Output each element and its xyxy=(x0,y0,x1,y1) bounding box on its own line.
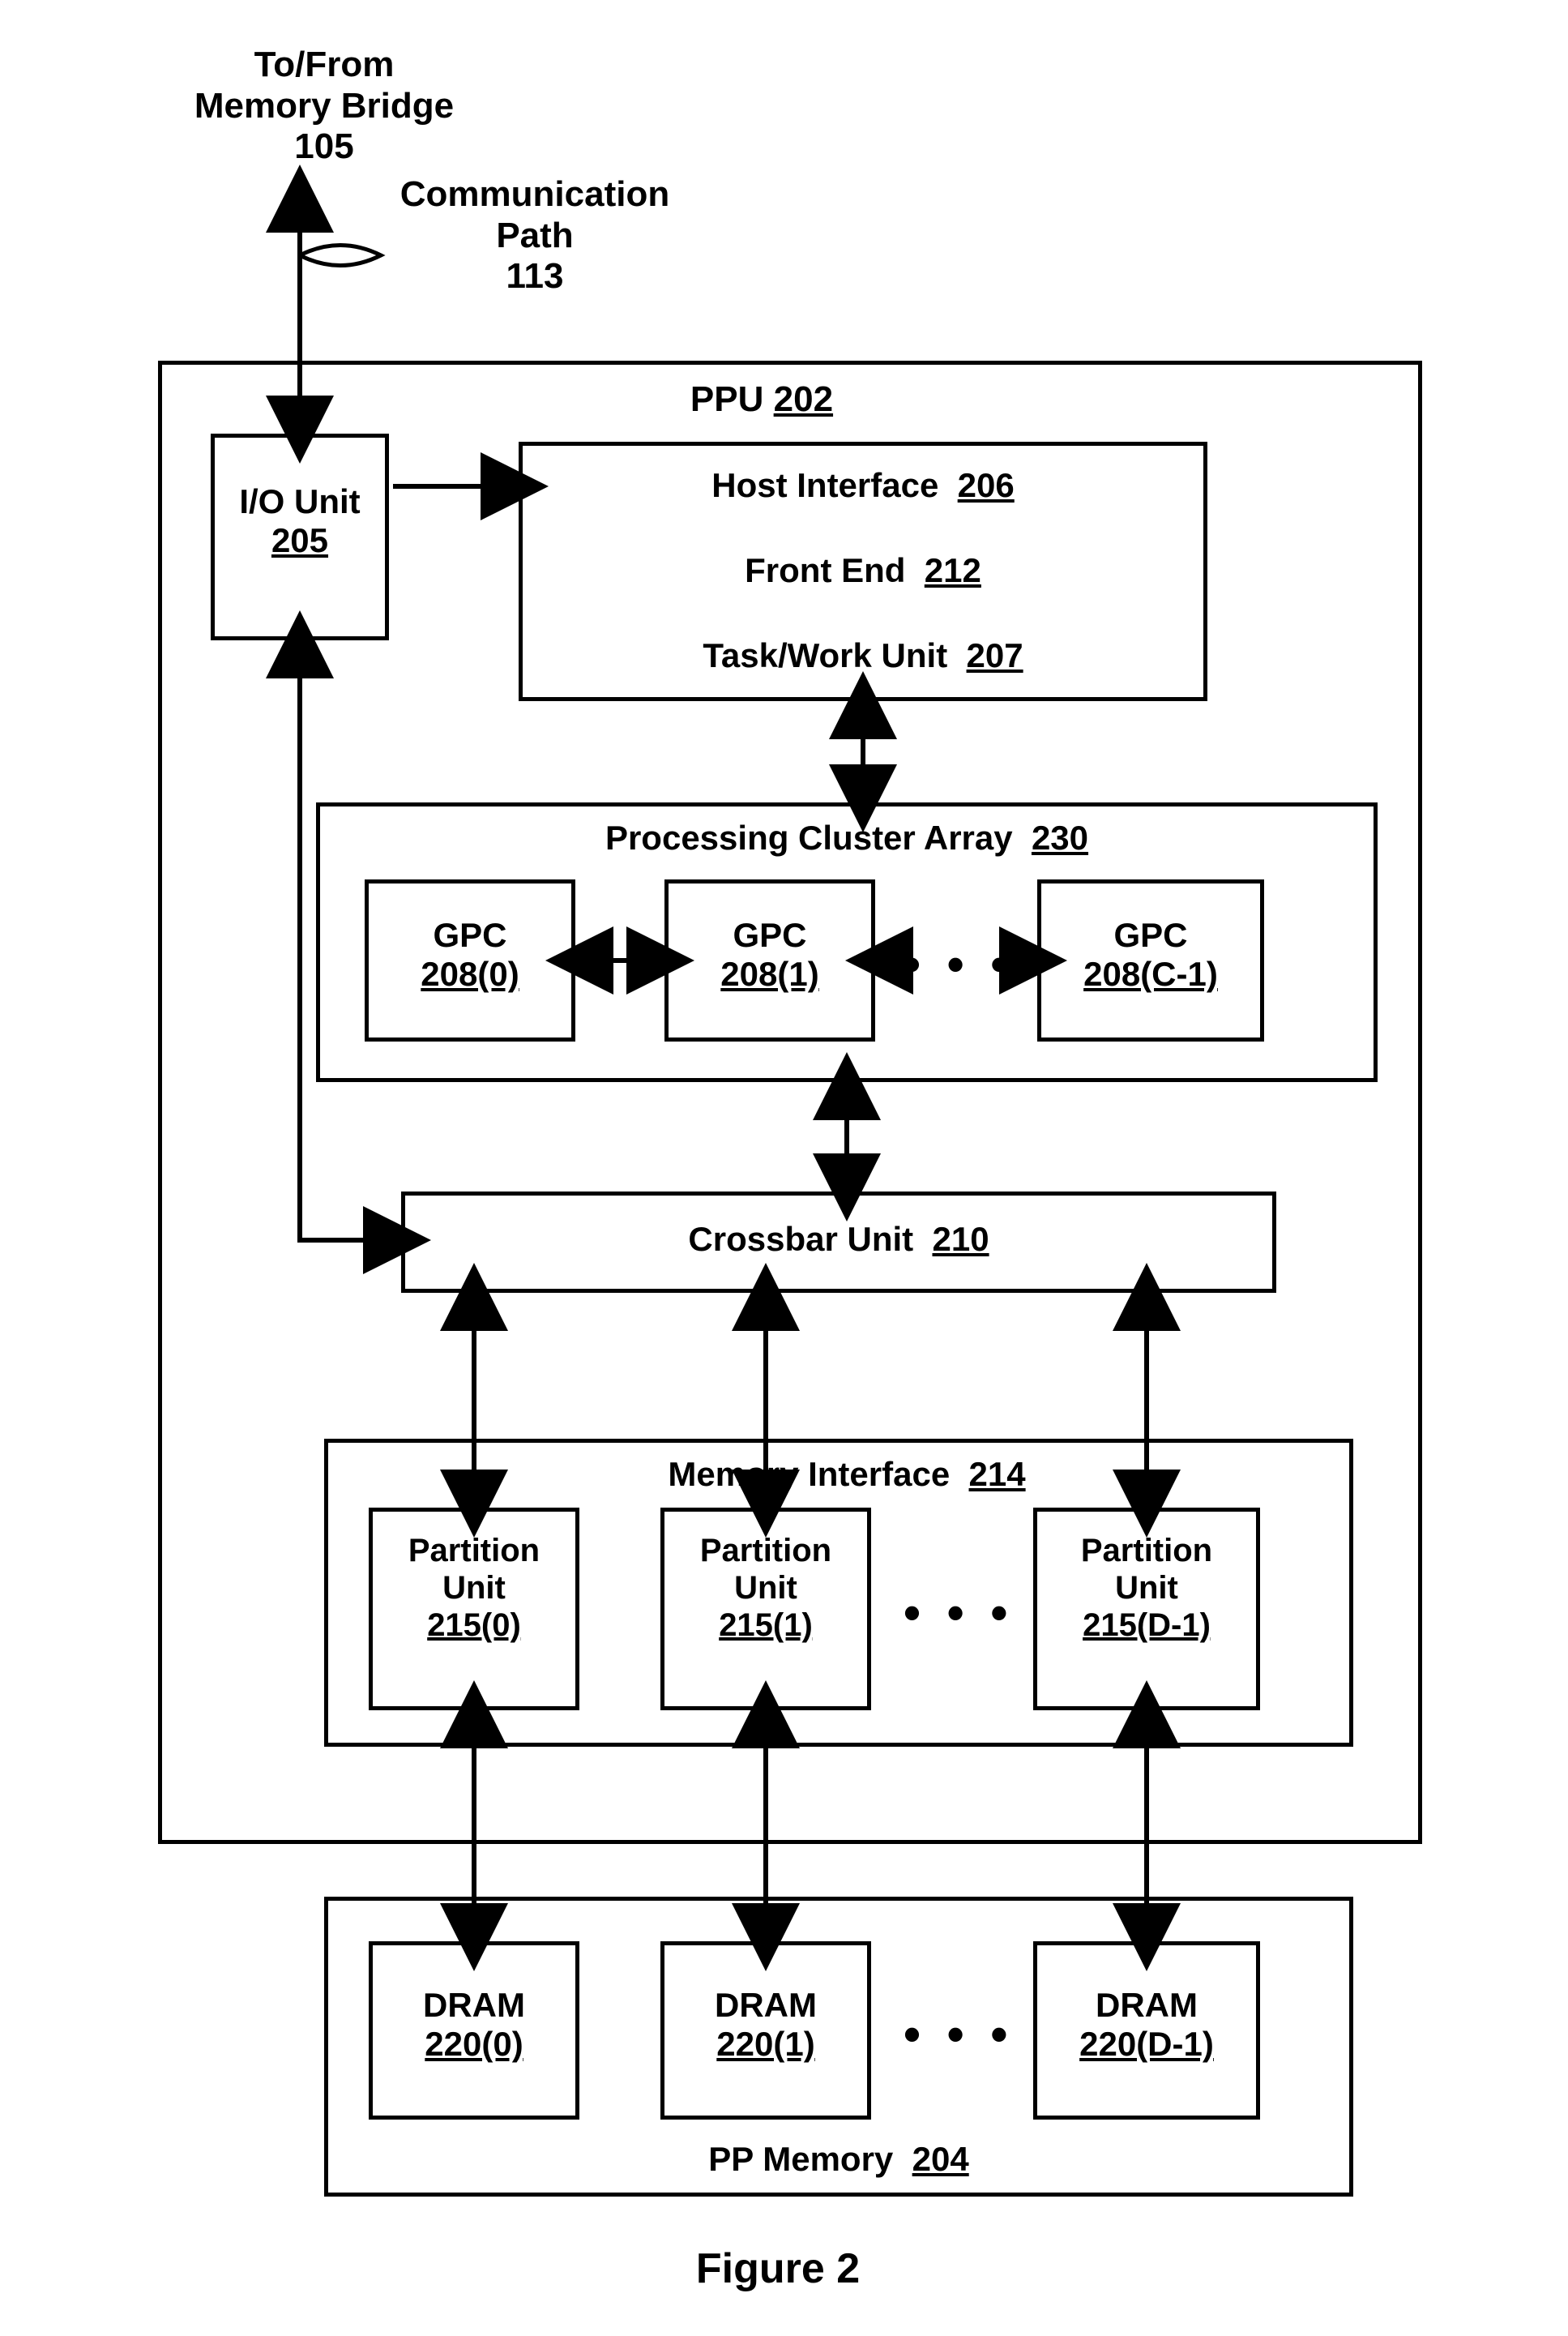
host-interface-name: Host Interface xyxy=(711,466,938,504)
task-work-unit-num: 207 xyxy=(967,636,1023,674)
dramN-name: DRAM xyxy=(1096,1986,1198,2024)
pu1-label: Partition Unit 215(1) xyxy=(660,1532,871,1644)
gpc0-num: 208(0) xyxy=(421,955,519,993)
host-interface-num: 206 xyxy=(958,466,1015,504)
task-work-unit-label: Task/Work Unit 207 xyxy=(519,636,1207,675)
top-label: To/From Memory Bridge 105 xyxy=(154,45,494,168)
pu0-name: Partition xyxy=(408,1533,540,1568)
host-interface-label: Host Interface 206 xyxy=(519,466,1207,505)
pp-mem-name: PP Memory xyxy=(708,2140,893,2178)
gpc0-label: GPC 208(0) xyxy=(365,916,575,995)
mem-if-name: Memory Interface xyxy=(668,1455,950,1493)
comm-path-label: Communication Path 113 xyxy=(381,174,689,297)
top-label-l2: Memory Bridge xyxy=(194,86,454,126)
pu1-name: Partition xyxy=(700,1533,831,1568)
dram1-name: DRAM xyxy=(715,1986,817,2024)
gpc0-name: GPC xyxy=(433,916,506,954)
figure-caption: Figure 2 xyxy=(616,2245,940,2294)
top-label-l1: To/From xyxy=(254,45,395,84)
pp-mem-title: PP Memory 204 xyxy=(324,2140,1353,2179)
gpc-ellipsis: • • • xyxy=(904,936,1014,992)
dram0-num: 220(0) xyxy=(425,2025,523,2063)
puN-num: 215(D-1) xyxy=(1083,1607,1211,1643)
dram0-label: DRAM 220(0) xyxy=(369,1986,579,2064)
gpc1-label: GPC 208(1) xyxy=(664,916,875,995)
crossbar-label: Crossbar Unit 210 xyxy=(401,1220,1276,1259)
gpcN-name: GPC xyxy=(1113,916,1187,954)
puN-name: Partition xyxy=(1081,1533,1212,1568)
pca-name: Processing Cluster Array xyxy=(605,819,1013,857)
dram1-num: 220(1) xyxy=(716,2025,814,2063)
gpcN-label: GPC 208(C-1) xyxy=(1037,916,1264,995)
io-unit-name: I/O Unit xyxy=(239,482,360,520)
gpc1-num: 208(1) xyxy=(720,955,818,993)
pp-mem-num: 204 xyxy=(912,2140,969,2178)
crossbar-name: Crossbar Unit xyxy=(688,1220,913,1258)
comm-path-l2: Path xyxy=(496,216,573,255)
pca-num: 230 xyxy=(1032,819,1088,857)
comm-path-flag xyxy=(300,246,381,266)
comm-path-l1: Communication xyxy=(400,174,669,214)
front-end-name: Front End xyxy=(745,551,905,589)
front-end-label: Front End 212 xyxy=(519,551,1207,590)
gpcN-num: 208(C-1) xyxy=(1083,955,1218,993)
dramN-label: DRAM 220(D-1) xyxy=(1033,1986,1260,2064)
ppu-name: PPU xyxy=(690,379,763,419)
pu0-num: 215(0) xyxy=(427,1607,521,1643)
pu0-name2: Unit xyxy=(442,1570,506,1606)
front-end-num: 212 xyxy=(925,551,981,589)
crossbar-num: 210 xyxy=(932,1220,989,1258)
mem-if-title: Memory Interface 214 xyxy=(592,1455,1102,1494)
pu1-num: 215(1) xyxy=(719,1607,813,1643)
pu-ellipsis: • • • xyxy=(904,1585,1014,1641)
pca-title: Processing Cluster Array 230 xyxy=(316,819,1378,858)
io-unit-label: I/O Unit 205 xyxy=(211,482,389,561)
io-unit-num: 205 xyxy=(271,521,328,559)
puN-label: Partition Unit 215(D-1) xyxy=(1033,1532,1260,1644)
figure-caption-text: Figure 2 xyxy=(696,2245,860,2292)
gpc1-name: GPC xyxy=(733,916,806,954)
ppu-num: 202 xyxy=(774,379,833,419)
comm-path-l3: 113 xyxy=(506,256,564,296)
mem-if-num: 214 xyxy=(969,1455,1026,1493)
dramN-num: 220(D-1) xyxy=(1079,2025,1214,2063)
dram1-label: DRAM 220(1) xyxy=(660,1986,871,2064)
puN-name2: Unit xyxy=(1115,1570,1178,1606)
top-label-l3: 105 xyxy=(294,126,353,166)
dram-ellipsis: • • • xyxy=(904,2006,1014,2062)
dram0-name: DRAM xyxy=(423,1986,525,2024)
task-work-unit-name: Task/Work Unit xyxy=(703,636,947,674)
pu1-name2: Unit xyxy=(734,1570,797,1606)
pu0-label: Partition Unit 215(0) xyxy=(369,1532,579,1644)
ppu-title: PPU 202 xyxy=(632,379,891,421)
